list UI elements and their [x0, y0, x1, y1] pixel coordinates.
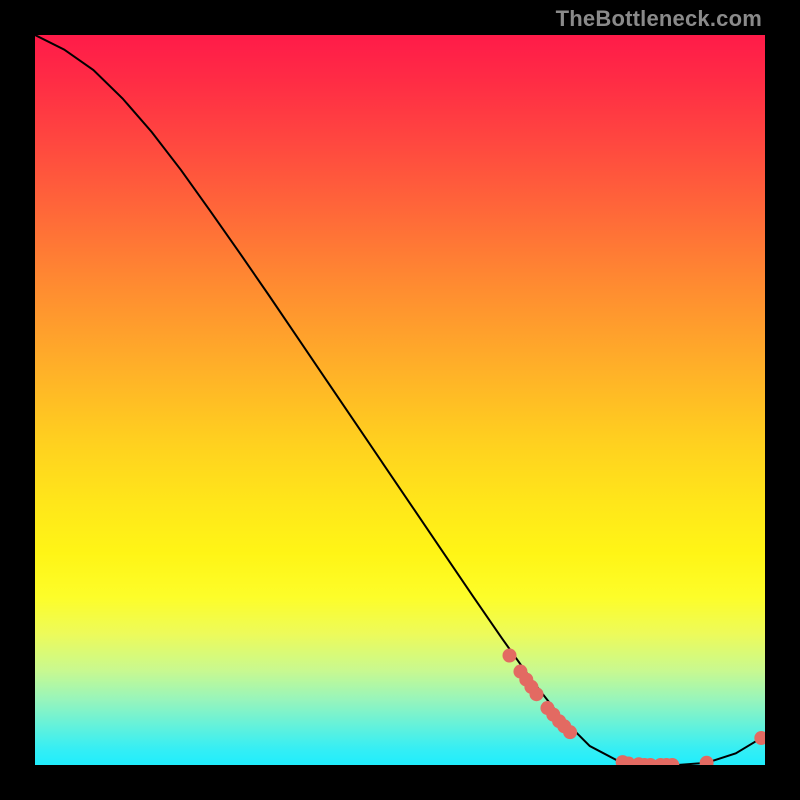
data-marker	[700, 756, 714, 765]
data-marker	[503, 649, 517, 663]
data-marker	[530, 687, 544, 701]
data-marker	[563, 725, 577, 739]
chart-svg	[35, 35, 765, 765]
plot-area	[35, 35, 765, 765]
marker-group	[503, 649, 766, 766]
watermark-text: TheBottleneck.com	[556, 6, 762, 32]
chart-stage: TheBottleneck.com	[0, 0, 800, 800]
data-marker	[754, 731, 765, 745]
data-curve	[35, 35, 765, 765]
